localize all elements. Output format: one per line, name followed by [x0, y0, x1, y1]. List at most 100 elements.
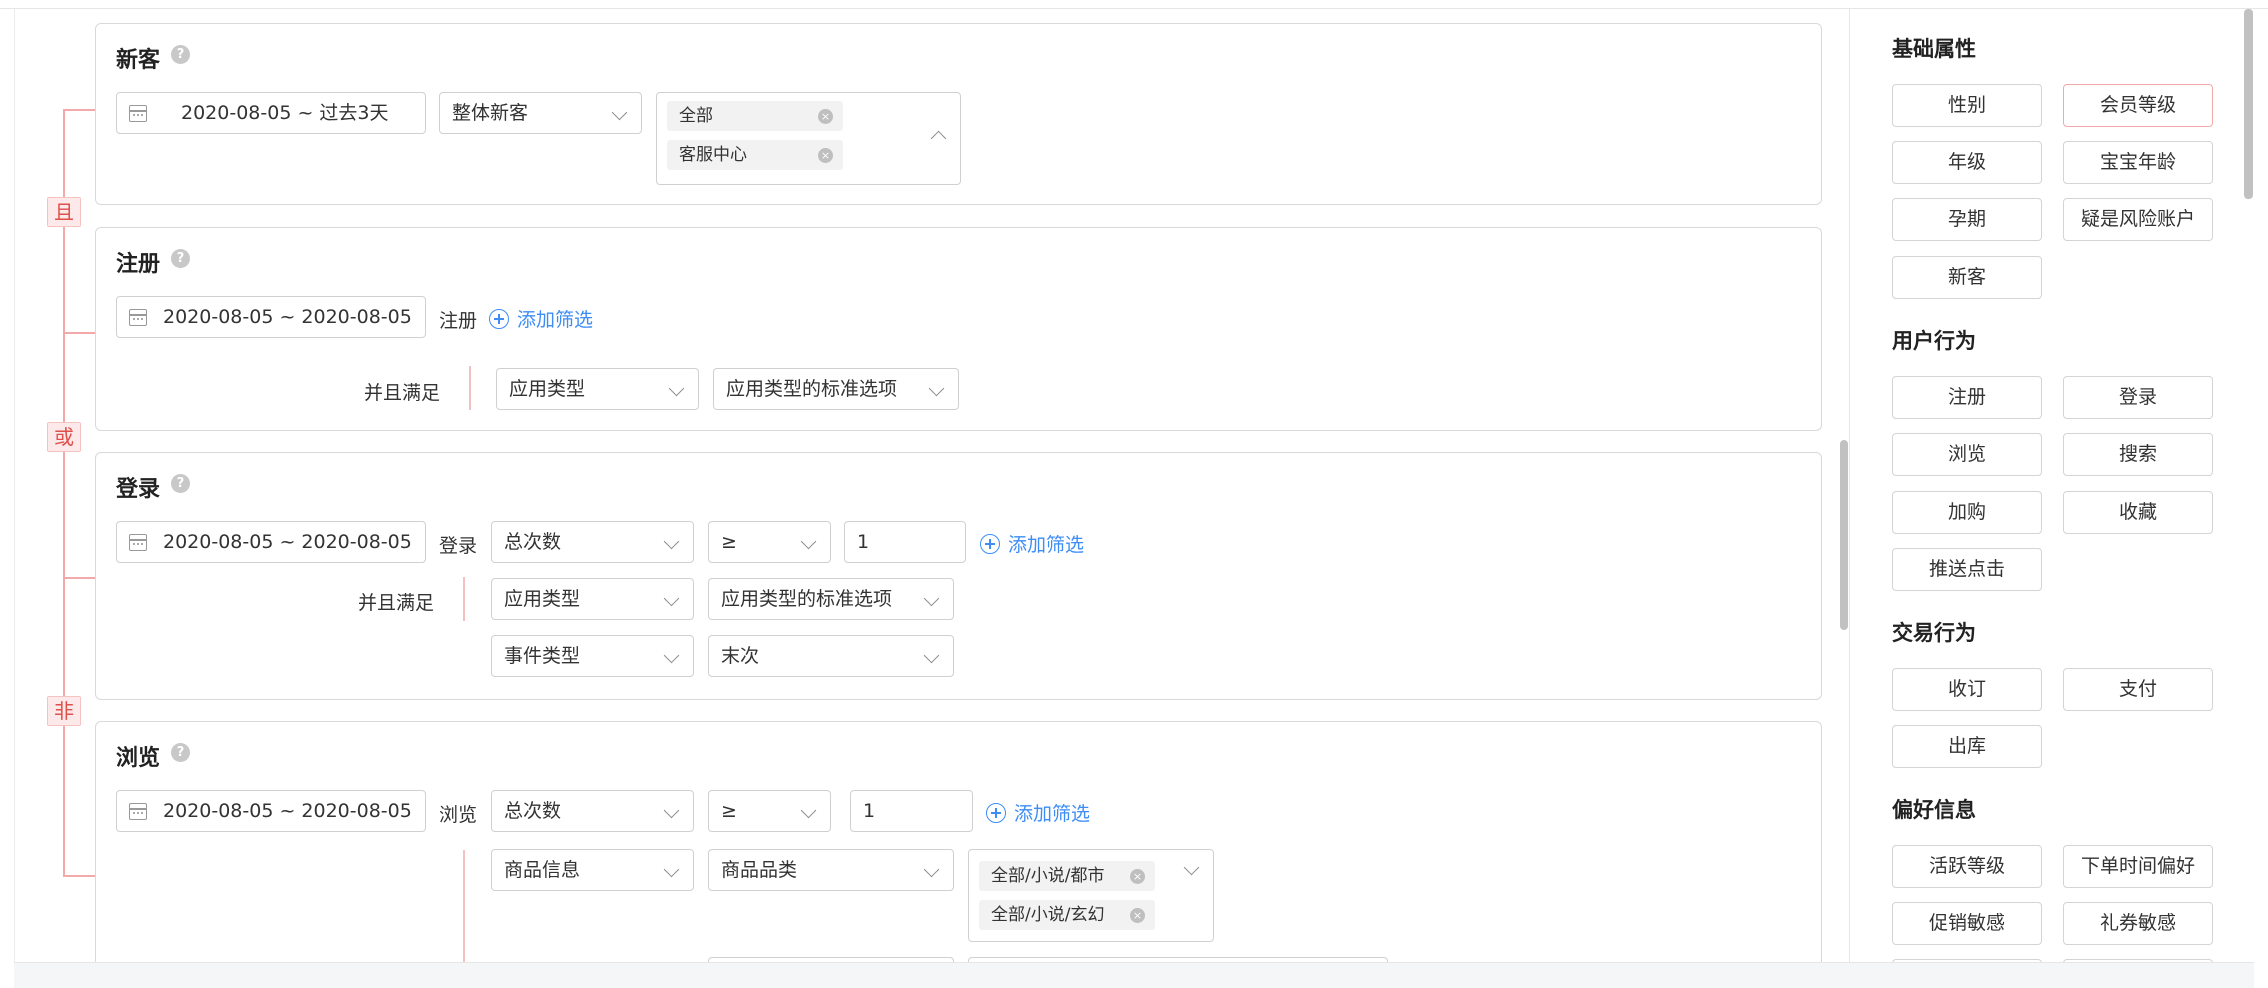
chevron-down-icon	[668, 380, 685, 397]
date-range-picker[interactable]: 2020-08-05 ~ 2020-08-05	[116, 790, 426, 832]
attr-favorite-button[interactable]: 收藏	[2063, 491, 2213, 534]
select-value: 应用类型	[509, 378, 586, 400]
date-range-value: 2020-08-05 ~ 2020-08-05	[163, 306, 412, 328]
attr-pay-button[interactable]: 支付	[2063, 668, 2213, 711]
attr-pregnancy-button[interactable]: 孕期	[1892, 198, 2042, 241]
and-satisfy-label: 并且满足	[364, 382, 441, 404]
metric-select[interactable]: 总次数	[491, 521, 694, 563]
plus-circle-icon	[489, 309, 509, 329]
newcust-type-select[interactable]: 整体新客	[439, 92, 642, 134]
remove-tag-icon[interactable]: ×	[818, 109, 833, 124]
remove-tag-icon[interactable]: ×	[818, 148, 833, 163]
condition-card-newcust: 新客 ? 2020-08-05 ~ 过去3天 整体新客 全部 × 客服中心 ×	[95, 23, 1822, 205]
chevron-down-icon	[800, 802, 817, 819]
plus-circle-icon	[986, 803, 1006, 823]
attr-browse-button[interactable]: 浏览	[1892, 433, 2042, 476]
select-value: 末次	[721, 645, 760, 667]
attr-grade-button[interactable]: 年级	[1892, 141, 2042, 184]
main-scrollbar[interactable]	[1840, 440, 1848, 630]
input-value: 1	[857, 531, 870, 553]
chevron-down-icon	[663, 533, 680, 550]
condition-value-select[interactable]: 应用类型的标准选项	[708, 578, 954, 620]
logic-and-toggle[interactable]: 且	[47, 197, 81, 227]
attr-ship-button[interactable]: 出库	[1892, 725, 2042, 768]
condition-card-login: 登录 ? 2020-08-05 ~ 2020-08-05 登录 总次数 ≥ 1 …	[95, 452, 1822, 700]
remove-tag-icon[interactable]: ×	[1130, 869, 1145, 884]
calendar-icon	[129, 534, 147, 551]
operator-select[interactable]: ≥	[708, 790, 831, 832]
date-range-picker[interactable]: 2020-08-05 ~ 2020-08-05	[116, 296, 426, 338]
attr-register-button[interactable]: 注册	[1892, 376, 2042, 419]
help-icon[interactable]: ?	[171, 249, 190, 268]
bottom-bar	[14, 962, 2254, 988]
chevron-down-icon	[800, 533, 817, 550]
date-range-value: 2020-08-05 ~ 2020-08-05	[163, 800, 412, 822]
condition-sub-select[interactable]: 商品品类	[708, 849, 954, 891]
value-input[interactable]: 1	[844, 521, 966, 563]
attr-push-click-button[interactable]: 推送点击	[1892, 548, 2042, 591]
condition-value-select[interactable]: 末次	[708, 635, 954, 677]
select-value: ≥	[721, 531, 737, 553]
select-value: 应用类型的标准选项	[726, 378, 898, 400]
add-filter-label: 添加筛选	[1008, 534, 1085, 556]
attr-login-button[interactable]: 登录	[2063, 376, 2213, 419]
condition-field-select[interactable]: 事件类型	[491, 635, 694, 677]
select-value: 整体新客	[452, 102, 529, 124]
attr-active-level-button[interactable]: 活跃等级	[1892, 845, 2042, 888]
selected-tag: 全部/小说/玄幻 ×	[979, 900, 1155, 930]
attr-search-button[interactable]: 搜索	[2063, 433, 2213, 476]
attr-add-cart-button[interactable]: 加购	[1892, 491, 2042, 534]
condition-card-browse: 浏览 ? 2020-08-05 ~ 2020-08-05 浏览 总次数 ≥ 1 …	[95, 721, 1822, 962]
select-value: 应用类型	[504, 588, 581, 610]
category-multi-select[interactable]: 全部/小说/都市 × 全部/小说/玄幻 ×	[968, 849, 1214, 942]
logic-branch-login	[63, 577, 95, 579]
date-range-picker[interactable]: 2020-08-05 ~ 过去3天	[116, 92, 426, 134]
attr-gender-button[interactable]: 性别	[1892, 84, 2042, 127]
help-icon[interactable]: ?	[171, 743, 190, 762]
attr-risk-account-button[interactable]: 疑是风险账户	[2063, 198, 2213, 241]
condition-card-register: 注册 ? 2020-08-05 ~ 2020-08-05 注册 添加筛选 并且满…	[95, 227, 1822, 431]
event-label: 登录	[439, 535, 478, 557]
selected-tag: 客服中心 ×	[667, 140, 843, 170]
add-filter-button[interactable]: 添加筛选	[980, 530, 1084, 557]
condition-editor: 且 或 非 新客 ? 2020-08-05 ~ 过去3天 整体新客 全部 × 客服…	[0, 0, 1832, 962]
condition-value-select[interactable]: 应用类型的标准选项	[713, 368, 959, 410]
add-filter-label: 添加筛选	[1014, 803, 1091, 825]
help-icon[interactable]: ?	[171, 474, 190, 493]
channel-multi-select[interactable]: 全部 × 客服中心 ×	[656, 92, 961, 185]
condition-field-select[interactable]: 应用类型	[491, 578, 694, 620]
tag-label: 全部/小说/都市	[991, 866, 1105, 886]
help-icon[interactable]: ?	[171, 45, 190, 64]
add-filter-label: 添加筛选	[517, 309, 594, 331]
logic-or-toggle[interactable]: 或	[47, 422, 81, 452]
and-satisfy-label: 并且满足	[358, 592, 435, 614]
attr-baby-age-button[interactable]: 宝宝年龄	[2063, 141, 2213, 184]
operator-select[interactable]: ≥	[708, 521, 831, 563]
select-value: 总次数	[504, 800, 562, 822]
logic-not-toggle[interactable]: 非	[47, 696, 81, 726]
date-range-value: 2020-08-05 ~ 2020-08-05	[163, 531, 412, 553]
attr-newcust-button[interactable]: 新客	[1892, 256, 2042, 299]
chevron-down-icon	[663, 802, 680, 819]
add-filter-button[interactable]: 添加筛选	[986, 799, 1090, 826]
attr-order-time-pref-button[interactable]: 下单时间偏好	[2063, 845, 2213, 888]
tag-label: 全部	[679, 106, 713, 126]
date-range-picker[interactable]: 2020-08-05 ~ 2020-08-05	[116, 521, 426, 563]
selected-tag: 全部/小说/都市 ×	[979, 861, 1155, 891]
add-filter-button[interactable]: 添加筛选	[489, 305, 593, 332]
condition-field-select[interactable]: 商品信息	[491, 849, 694, 891]
condition-field-select[interactable]: 应用类型	[496, 368, 699, 410]
attr-member-level-button[interactable]: 会员等级	[2063, 84, 2213, 127]
event-label: 注册	[439, 310, 478, 332]
value-input[interactable]: 1	[850, 790, 973, 832]
chevron-down-icon	[1183, 859, 1200, 876]
tag-label: 客服中心	[679, 145, 747, 165]
attr-order-button[interactable]: 收订	[1892, 668, 2042, 711]
metric-select[interactable]: 总次数	[491, 790, 694, 832]
remove-tag-icon[interactable]: ×	[1130, 908, 1145, 923]
attr-promo-sensitive-button[interactable]: 促销敏感	[1892, 902, 2042, 945]
attr-coupon-sensitive-button[interactable]: 礼券敏感	[2063, 902, 2213, 945]
attribute-panel: 基础属性 性别 会员等级 年级 宝宝年龄 孕期 疑是风险账户 新客 用户行为 注…	[1849, 9, 2268, 962]
section-title-behavior: 用户行为	[1892, 329, 1976, 353]
panel-scrollbar[interactable]	[2244, 9, 2253, 199]
